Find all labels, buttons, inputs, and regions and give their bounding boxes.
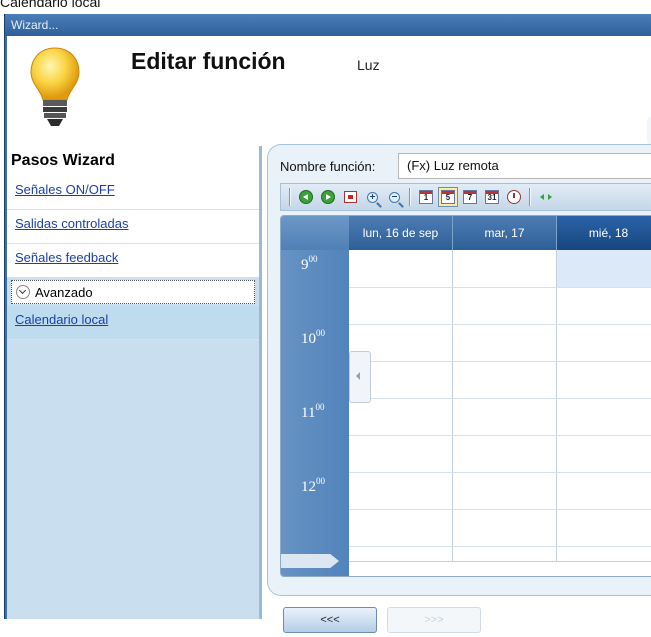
sidebar-group-label: Avanzado — [35, 284, 93, 300]
timeline-view-button[interactable] — [504, 187, 524, 207]
sidebar-group-advanced[interactable]: Avanzado — [11, 280, 255, 304]
page-title: Editar función — [131, 48, 286, 74]
day-view-icon: 1 — [419, 190, 433, 204]
timeline-view-icon — [507, 190, 521, 204]
document-caption: Calendario local — [0, 0, 101, 10]
wizard-window: Wizard... Editar función Luz Pasos Wizar… — [4, 14, 651, 633]
window-title: Wizard... — [5, 14, 651, 36]
day-header-wed[interactable]: mié, 18 — [557, 216, 651, 250]
day-column-mon[interactable] — [349, 250, 453, 576]
next-button[interactable] — [318, 187, 338, 207]
slot-divider — [349, 324, 651, 325]
toolbar-separator — [529, 188, 531, 206]
hour-label: 1200 — [301, 476, 325, 495]
sidebar-list: Señales ON/OFF Salidas controladas Señal… — [7, 176, 259, 340]
hour-scroll-tab[interactable] — [281, 550, 349, 576]
zoom-out-button[interactable] — [384, 187, 404, 207]
sidebar-item-feedback-signals[interactable]: Señales feedback — [7, 244, 259, 278]
slot-divider — [349, 287, 651, 288]
chevron-down-icon — [16, 285, 30, 299]
light-bulb-icon — [30, 47, 80, 126]
selected-time-slot[interactable] — [557, 250, 651, 287]
work-week-view-button[interactable]: 5 — [438, 187, 458, 207]
scroll-left-handle[interactable] — [349, 351, 371, 403]
week-view-icon: 7 — [463, 190, 477, 204]
slot-divider — [349, 472, 651, 473]
main-panel: Nombre función: (Fx) Luz remota 1 5 7 31 — [267, 144, 651, 596]
calendar-body — [349, 250, 651, 576]
hour-label: 1000 — [301, 328, 325, 347]
sidebar-item-controlled-outputs[interactable]: Salidas controladas — [7, 210, 259, 244]
calendar-grid: 900 1000 1100 1200 lun, 16 de sep mar, 1… — [280, 215, 651, 577]
calendar-toolbar: 1 5 7 31 — [280, 183, 651, 211]
day-column-tue[interactable] — [453, 250, 557, 576]
hour-label: 900 — [301, 254, 318, 273]
today-icon — [343, 191, 357, 203]
month-view-button[interactable]: 31 — [482, 187, 502, 207]
window-content: Editar función Luz Pasos Wizard Señales … — [7, 36, 651, 633]
hour-label: 1100 — [301, 402, 325, 421]
wizard-steps-sidebar: Pasos Wizard Señales ON/OFF Salidas cont… — [7, 146, 262, 619]
today-button[interactable] — [340, 187, 360, 207]
slot-divider — [349, 509, 651, 510]
back-button[interactable]: <<< — [283, 607, 377, 633]
day-header-tue[interactable]: mar, 17 — [453, 216, 557, 250]
day-view-button[interactable]: 1 — [416, 187, 436, 207]
previous-button[interactable] — [296, 187, 316, 207]
wizard-navigation: <<< >>> — [283, 607, 503, 637]
page-subtitle: Luz — [357, 57, 380, 73]
slot-divider — [349, 398, 651, 399]
fit-icon — [540, 192, 552, 202]
month-view-icon: 31 — [485, 190, 499, 204]
zoom-in-icon — [366, 191, 378, 203]
sidebar-item-local-calendar[interactable]: Calendario local — [7, 306, 259, 340]
next-icon — [321, 190, 335, 204]
slot-divider — [349, 435, 651, 436]
zoom-out-icon — [388, 191, 400, 203]
sidebar-heading: Pasos Wizard — [7, 146, 259, 176]
function-name-input[interactable]: (Fx) Luz remota — [398, 153, 651, 179]
work-week-view-icon: 5 — [441, 190, 455, 204]
fit-button[interactable] — [536, 187, 556, 207]
calendar-corner — [281, 216, 349, 250]
zoom-in-button[interactable] — [362, 187, 382, 207]
previous-icon — [299, 190, 313, 204]
week-view-button[interactable]: 7 — [460, 187, 480, 207]
function-name-label: Nombre función: — [280, 159, 376, 174]
all-day-strip — [349, 561, 651, 576]
time-ruler: 900 1000 1100 1200 — [281, 250, 349, 576]
slot-divider — [349, 361, 651, 362]
window-edge — [647, 116, 651, 146]
day-header-mon[interactable]: lun, 16 de sep — [349, 216, 453, 250]
next-button-disabled: >>> — [387, 607, 481, 633]
slot-divider — [349, 546, 651, 547]
toolbar-separator — [289, 188, 291, 206]
sidebar-item-on-off-signals[interactable]: Señales ON/OFF — [7, 176, 259, 210]
toolbar-separator — [409, 188, 411, 206]
day-header-row: lun, 16 de sep mar, 17 mié, 18 — [349, 216, 651, 250]
day-column-wed[interactable] — [557, 250, 651, 576]
